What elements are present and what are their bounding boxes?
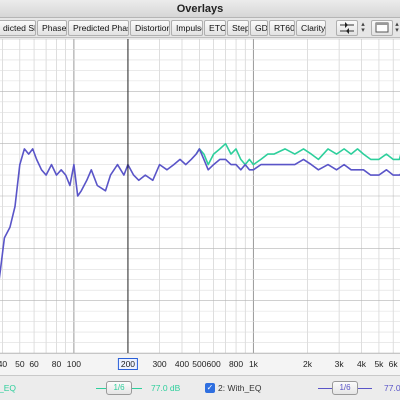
tab-phase[interactable]: Phase bbox=[37, 20, 67, 36]
frequency-axis: 40 50 60 80 100 200 300 400 500 600 800 1k 2k 3k 4k 5k 6… bbox=[0, 353, 400, 375]
tab-predicted-spl[interactable]: dicted SPL bbox=[0, 20, 36, 36]
window-title: Overlays bbox=[0, 0, 400, 18]
legend-item1-smoothing[interactable]: 1/6 bbox=[106, 381, 132, 395]
frequency-tick: 2k bbox=[302, 359, 312, 369]
tab-rt60[interactable]: RT60 bbox=[269, 20, 295, 36]
legend-item2-line-right bbox=[358, 388, 372, 389]
frequency-tick: 40 bbox=[0, 359, 8, 369]
tools-button[interactable] bbox=[336, 20, 358, 36]
frequency-tick: 3k bbox=[334, 359, 344, 369]
frequency-tick-selected[interactable]: 200 bbox=[117, 358, 139, 370]
frequency-tick: 500 bbox=[192, 359, 207, 369]
tab-predicted-phase[interactable]: Predicted Phase bbox=[68, 20, 129, 36]
legend-item2-checkbox[interactable]: ✓ bbox=[205, 383, 215, 393]
frequency-tick: 600 bbox=[206, 359, 221, 369]
frequency-tick: 300 bbox=[152, 359, 167, 369]
frequency-tick: 800 bbox=[228, 359, 244, 369]
tab-etc[interactable]: ETC bbox=[204, 20, 226, 36]
tab-impulse[interactable]: Impulse bbox=[171, 20, 203, 36]
frequency-tick: 4k bbox=[357, 359, 367, 369]
frequency-tick: 80 bbox=[51, 359, 62, 369]
tab-step[interactable]: Step bbox=[227, 20, 249, 36]
overlay-plot[interactable] bbox=[0, 39, 400, 353]
window-button[interactable] bbox=[371, 20, 393, 36]
window-icon bbox=[375, 22, 389, 33]
legend-bar: _EQ 1/6 77.0 dB ✓ 2: With_EQ 1/6 77.0 bbox=[0, 375, 400, 400]
sliders-icon bbox=[340, 22, 354, 34]
frequency-tick: 1k bbox=[248, 359, 258, 369]
legend-item1-value: 77.0 dB bbox=[151, 383, 181, 393]
tab-bar: dicted SPL Phase Predicted Phase Distort… bbox=[0, 18, 400, 38]
legend-item2-line-left bbox=[318, 388, 332, 389]
window-dropdown-icon[interactable]: ▴ ▾ bbox=[393, 21, 400, 34]
frequency-tick: 60 bbox=[29, 359, 39, 369]
frequency-tick: 100 bbox=[66, 359, 81, 369]
series-line bbox=[0, 148, 400, 280]
frequency-tick: 5k bbox=[374, 359, 384, 369]
legend-item2-smoothing[interactable]: 1/6 bbox=[332, 381, 358, 395]
tab-clarity[interactable]: Clarity bbox=[296, 20, 326, 36]
frequency-tick: 50 bbox=[15, 359, 25, 369]
legend-item1-line-left bbox=[96, 388, 106, 389]
legend-item1-label: _EQ bbox=[0, 383, 17, 393]
legend-item2-value: 77.0 bbox=[384, 383, 400, 393]
tools-dropdown-icon[interactable]: ▴ ▾ bbox=[359, 21, 367, 34]
frequency-tick: 6k bbox=[388, 359, 398, 369]
legend-item1-line-right bbox=[132, 388, 142, 389]
plot-canvas bbox=[0, 39, 400, 353]
legend-item2-label: 2: With_EQ bbox=[218, 383, 262, 393]
frequency-tick: 400 bbox=[174, 359, 190, 369]
tab-gd[interactable]: GD bbox=[250, 20, 268, 36]
tab-distortion[interactable]: Distortion bbox=[130, 20, 170, 36]
